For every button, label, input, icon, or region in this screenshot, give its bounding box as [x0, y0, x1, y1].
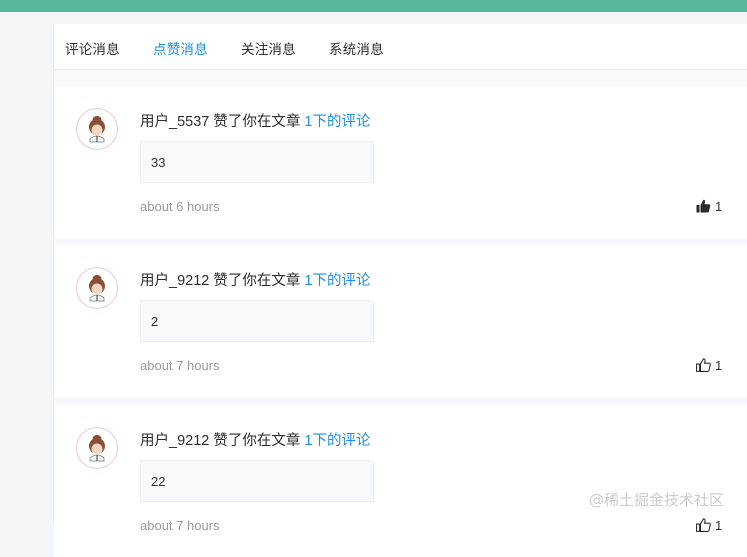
username[interactable]: 用户_9212 [140, 273, 209, 289]
like-count: 1 [715, 199, 723, 214]
comment-quote: 22 [140, 460, 374, 502]
thumbs-up-outline-icon [696, 518, 711, 532]
action-text: 赞了你在文章 [209, 273, 305, 289]
like-count: 1 [715, 518, 723, 533]
notification-title: 用户_9212 赞了你在文章 1下的评论 [140, 269, 370, 290]
timestamp: about 7 hours [140, 518, 220, 533]
comment-quote: 33 [140, 141, 374, 183]
avatar[interactable] [76, 427, 118, 469]
timestamp: about 6 hours [140, 199, 220, 214]
notification-item: 用户_9212 赞了你在文章 1下的评论 22 about 7 hours 1 [54, 405, 747, 557]
username[interactable]: 用户_9212 [140, 433, 209, 449]
article-comment-link[interactable]: 1下的评论 [304, 433, 370, 449]
notification-title: 用户_9212 赞了你在文章 1下的评论 [140, 429, 370, 450]
action-text: 赞了你在文章 [209, 114, 305, 130]
avatar[interactable] [76, 108, 118, 150]
top-header-bar [0, 0, 747, 12]
notification-title: 用户_5537 赞了你在文章 1下的评论 [140, 110, 370, 131]
tab-comment-messages[interactable]: 评论消息 [65, 38, 120, 58]
watermark-text: @稀土掘金技术社区 [589, 491, 725, 509]
thumbs-up-outline-icon [696, 358, 711, 372]
action-text: 赞了你在文章 [209, 433, 305, 449]
article-comment-link[interactable]: 1下的评论 [304, 273, 370, 289]
avatar-image [89, 275, 105, 302]
notification-item: 用户_5537 赞了你在文章 1下的评论 33 about 6 hours 1 [54, 86, 747, 238]
thumbs-up-filled-icon [696, 199, 711, 213]
tab-like-messages[interactable]: 点赞消息 [153, 38, 208, 58]
avatar-image [89, 116, 105, 143]
notification-item: 用户_9212 赞了你在文章 1下的评论 2 about 7 hours 1 [54, 245, 747, 397]
comment-quote: 2 [140, 300, 374, 342]
tab-system-messages[interactable]: 系统消息 [329, 38, 384, 58]
messages-panel: 评论消息 点赞消息 关注消息 系统消息 用户_5537 赞了你在文章 1下的评论… [53, 24, 747, 557]
message-tabs: 评论消息 点赞消息 关注消息 系统消息 [54, 24, 747, 70]
like-count: 1 [715, 358, 723, 373]
username[interactable]: 用户_5537 [140, 114, 209, 130]
article-comment-link[interactable]: 1下的评论 [304, 114, 370, 130]
avatar[interactable] [76, 267, 118, 309]
timestamp: about 7 hours [140, 358, 220, 373]
avatar-image [89, 435, 105, 462]
tab-follow-messages[interactable]: 关注消息 [241, 38, 296, 58]
